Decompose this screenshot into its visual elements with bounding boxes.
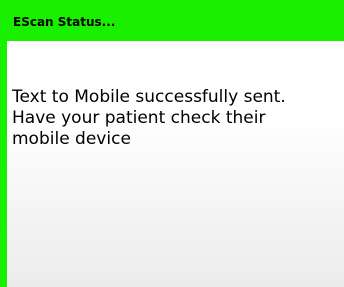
dialog-title: EScan Status... (13, 15, 116, 29)
status-message-line: mobile device (12, 129, 131, 149)
status-dialog: EScan Status... Text to Mobile successfu… (0, 0, 344, 287)
status-message-line: Have your patient check their (12, 108, 266, 128)
status-message: Text to Mobile successfully sent. Have y… (12, 87, 342, 150)
title-bar: EScan Status... (7, 0, 344, 41)
status-message-line: Text to Mobile successfully sent. (12, 87, 286, 107)
